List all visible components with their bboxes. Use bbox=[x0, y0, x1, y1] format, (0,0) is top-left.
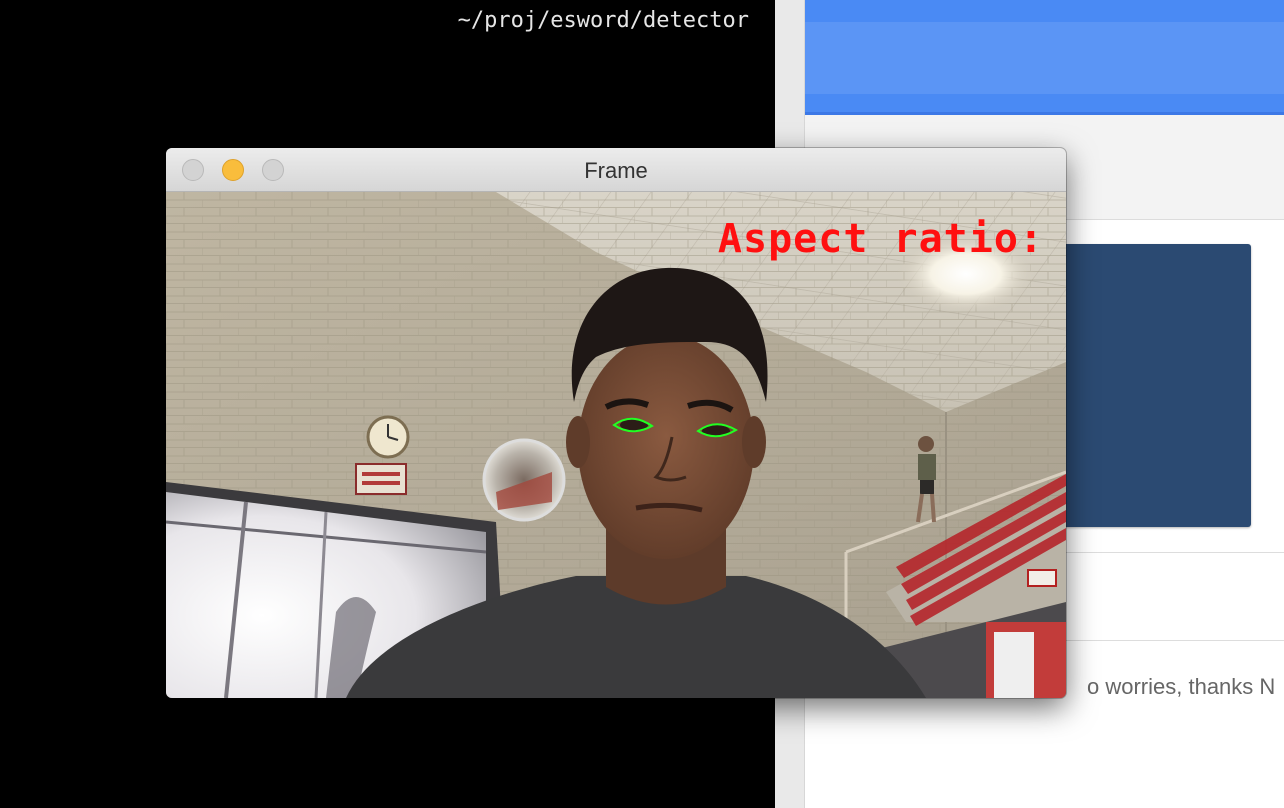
message-text: o worries, thanks N bbox=[1087, 674, 1276, 699]
webcam-frame bbox=[166, 192, 1066, 698]
window-title: Frame bbox=[584, 158, 648, 183]
navy-card[interactable] bbox=[1035, 244, 1251, 527]
page-header bbox=[805, 0, 1284, 115]
title-bar[interactable]: Frame bbox=[166, 148, 1066, 192]
face bbox=[578, 335, 754, 559]
aspect-ratio-label: Aspect ratio: bbox=[717, 216, 1044, 262]
terminal-path: ~/proj/esword/detector bbox=[457, 8, 749, 33]
frame-window[interactable]: Frame Aspect ratio: bbox=[166, 148, 1066, 698]
webcam-video: Aspect ratio: bbox=[166, 192, 1066, 698]
